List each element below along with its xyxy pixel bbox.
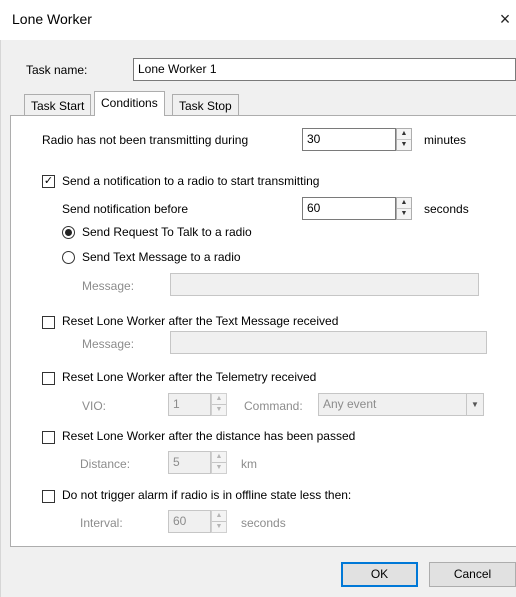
ok-button[interactable]: OK [341, 562, 418, 587]
message-input[interactable] [170, 273, 479, 296]
radio-text-message[interactable] [62, 251, 75, 264]
distance-spinner[interactable]: ▲ ▼ [211, 451, 227, 474]
not-transmitting-spinner[interactable]: ▲ ▼ [396, 128, 412, 151]
spin-down-icon[interactable]: ▼ [212, 405, 226, 415]
seconds-unit: seconds [424, 202, 469, 216]
spin-up-icon[interactable]: ▲ [212, 452, 226, 463]
title-bar: Lone Worker × [0, 0, 516, 41]
radio-request-to-talk[interactable] [62, 226, 75, 239]
vio-spinner[interactable]: ▲ ▼ [211, 393, 227, 416]
minutes-unit: minutes [424, 133, 467, 147]
reset-text-label: Reset Lone Worker after the Text Message… [62, 314, 339, 328]
radio-selected-dot [65, 229, 72, 236]
task-name-input[interactable]: Lone Worker 1 [133, 58, 516, 81]
tab-conditions[interactable]: Conditions [94, 91, 165, 116]
spin-up-icon[interactable]: ▲ [212, 394, 226, 405]
send-notification-label: Send a notification to a radio to start … [62, 174, 320, 188]
offline-checkbox[interactable] [42, 490, 55, 503]
task-name-label: Task name: [26, 63, 88, 77]
window-title: Lone Worker [12, 11, 92, 27]
tab-task-start[interactable]: Task Start [24, 94, 92, 116]
spin-down-icon[interactable]: ▼ [397, 209, 411, 219]
interval-label: Interval: [80, 516, 123, 530]
km-unit: km [241, 457, 257, 471]
spin-down-icon[interactable]: ▼ [212, 463, 226, 473]
spin-down-icon[interactable]: ▼ [212, 522, 226, 532]
message-label: Message: [82, 279, 135, 293]
command-label: Command: [244, 399, 303, 413]
notify-before-spinner[interactable]: ▲ ▼ [396, 197, 412, 220]
message-label: Message: [82, 337, 135, 351]
send-notification-checkbox[interactable]: ✓ [42, 175, 55, 188]
spin-down-icon[interactable]: ▼ [397, 140, 411, 150]
vio-label: VIO: [82, 399, 107, 413]
command-select[interactable]: Any event ▼ [318, 393, 484, 416]
cancel-button[interactable]: Cancel [429, 562, 516, 587]
reset-distance-label: Reset Lone Worker after the distance has… [62, 429, 356, 443]
close-icon[interactable]: × [494, 6, 516, 32]
reset-telemetry-label: Reset Lone Worker after the Telemetry re… [62, 370, 317, 384]
spin-up-icon[interactable]: ▲ [397, 129, 411, 140]
notify-before-label: Send notification before [62, 202, 189, 216]
interval-spinner[interactable]: ▲ ▼ [211, 510, 227, 533]
not-transmitting-input[interactable]: 30 [302, 128, 396, 151]
reset-text-checkbox[interactable] [42, 316, 55, 329]
radio-request-to-talk-label: Send Request To Talk to a radio [82, 225, 252, 239]
distance-input[interactable]: 5 [168, 451, 211, 474]
tab-task-stop[interactable]: Task Stop [172, 94, 239, 116]
radio-text-message-label: Send Text Message to a radio [82, 250, 241, 264]
offline-label: Do not trigger alarm if radio is in offl… [62, 488, 352, 502]
notify-before-input[interactable]: 60 [302, 197, 396, 220]
distance-label: Distance: [80, 457, 131, 471]
not-transmitting-label: Radio has not been transmitting during [42, 133, 249, 147]
vio-input[interactable]: 1 [168, 393, 211, 416]
interval-input[interactable]: 60 [168, 510, 211, 533]
check-icon: ✓ [43, 175, 54, 187]
message-input[interactable] [170, 331, 487, 354]
spin-up-icon[interactable]: ▲ [212, 511, 226, 522]
chevron-down-icon[interactable]: ▼ [466, 394, 483, 415]
reset-telemetry-checkbox[interactable] [42, 372, 55, 385]
reset-distance-checkbox[interactable] [42, 431, 55, 444]
spin-up-icon[interactable]: ▲ [397, 198, 411, 209]
seconds-unit: seconds [241, 516, 286, 530]
command-value: Any event [323, 397, 377, 411]
